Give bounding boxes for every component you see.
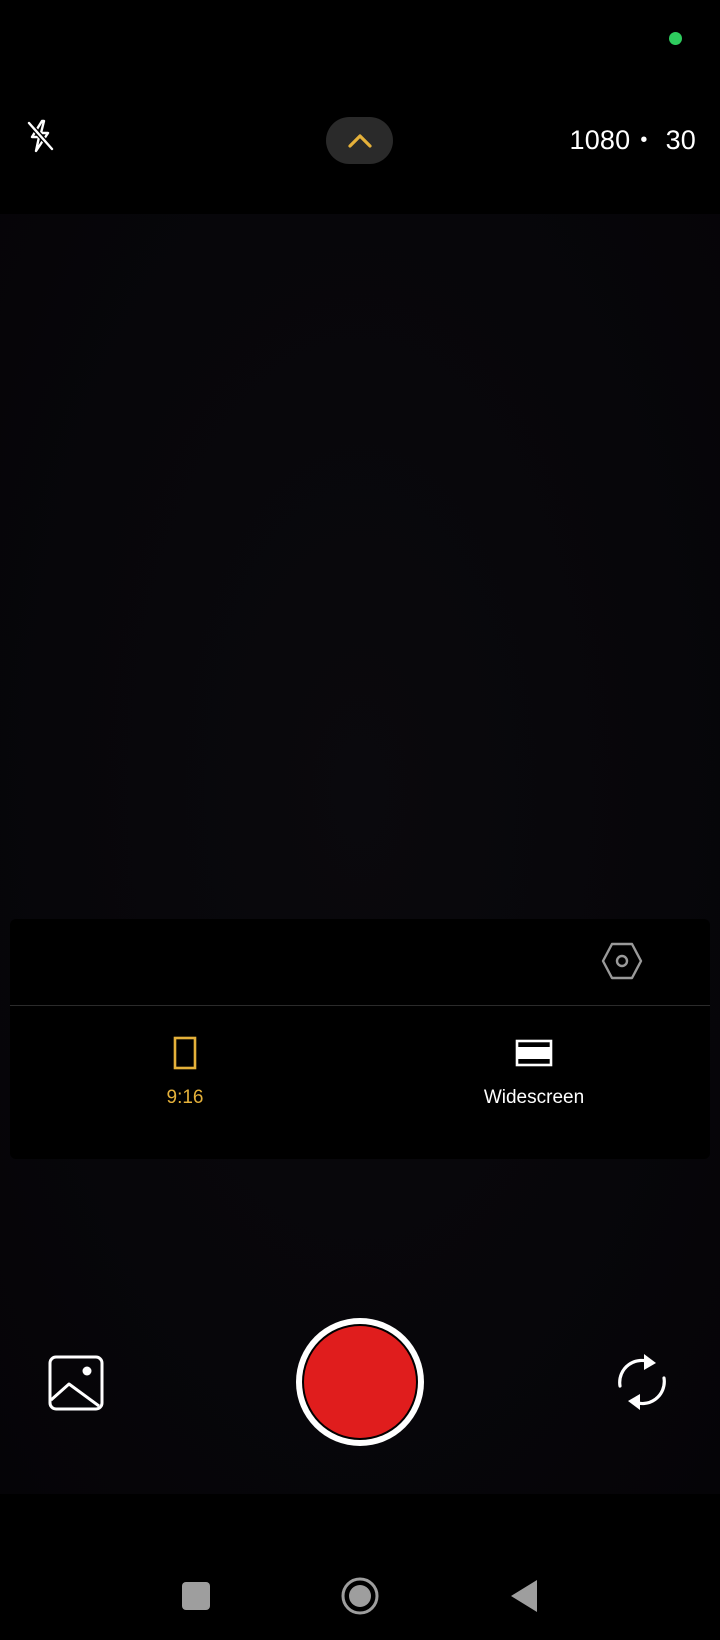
ratio-option-widescreen[interactable]: Widescreen	[434, 1033, 634, 1123]
ratio-option-9-16[interactable]: 9:16	[85, 1033, 285, 1123]
switch-camera-button[interactable]	[610, 1350, 674, 1414]
separator-dot: •	[640, 128, 648, 151]
chevron-up-icon	[347, 133, 372, 148]
flash-toggle-button[interactable]	[18, 114, 62, 158]
recents-icon	[182, 1582, 210, 1610]
hexagon-settings-icon	[601, 942, 643, 980]
aspect-ratio-panel: 9:16 Widescreen	[10, 919, 710, 1159]
frame-rate-value: 30	[665, 124, 696, 155]
flash-off-icon	[27, 119, 54, 153]
record-button-core	[304, 1326, 416, 1438]
record-button-ring	[302, 1324, 418, 1440]
ratio-option-label: Widescreen	[483, 1087, 585, 1108]
portrait-frame-icon	[173, 1036, 197, 1070]
switch-camera-icon	[618, 1354, 666, 1410]
camera-top-bar: 1080 • 30	[0, 100, 720, 182]
ratio-option-label: 9:16	[166, 1087, 204, 1108]
resolution-framerate-indicator[interactable]: 1080 • 30	[569, 122, 696, 158]
more-settings-button[interactable]	[600, 939, 644, 983]
resolution-value: 1080	[569, 124, 631, 155]
gallery-button[interactable]	[46, 1353, 106, 1413]
gallery-icon	[48, 1355, 104, 1411]
record-button[interactable]	[296, 1318, 424, 1446]
expand-settings-button[interactable]	[326, 117, 393, 164]
home-button[interactable]	[338, 1574, 382, 1618]
recents-button[interactable]	[174, 1574, 218, 1618]
back-button[interactable]	[502, 1574, 546, 1618]
status-indicator-dot	[669, 32, 682, 45]
panel-header	[10, 919, 710, 1006]
home-icon	[341, 1577, 379, 1615]
widescreen-frame-icon	[515, 1039, 553, 1067]
camera-viewfinder[interactable]	[0, 214, 720, 1494]
back-icon	[511, 1580, 537, 1612]
system-navigation-bar	[0, 1560, 720, 1632]
